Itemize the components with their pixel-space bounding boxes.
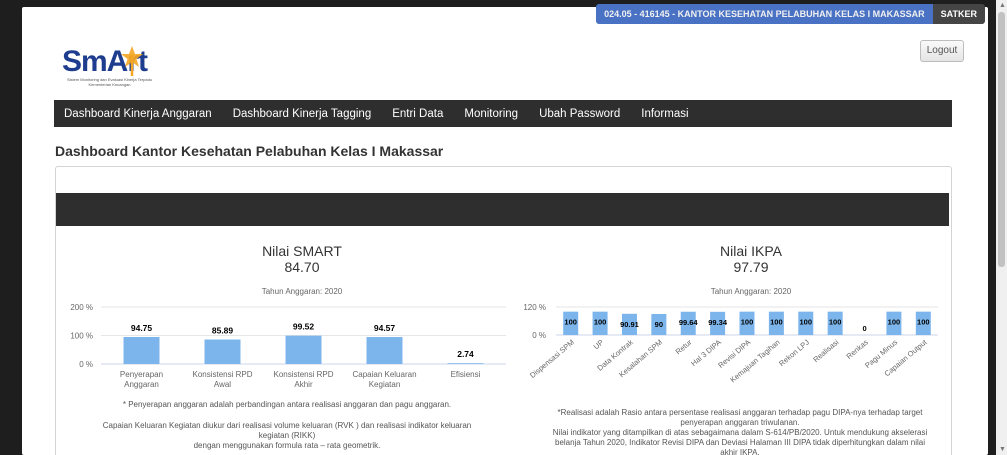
y-tick-label: 120 % bbox=[523, 303, 546, 312]
satker-label[interactable]: SATKER bbox=[932, 4, 985, 24]
nav-informasi[interactable]: Informasi bbox=[641, 108, 688, 120]
x-tick-label: Awal bbox=[214, 380, 231, 389]
x-tick-label: Konsistensi RPD bbox=[192, 370, 252, 379]
smart-note-2: Capaian Keluaran Kegiatan diukur dari re… bbox=[102, 421, 472, 440]
x-tick-label: Realisasi bbox=[811, 337, 840, 364]
x-tick-label: UP bbox=[592, 338, 606, 352]
x-tick-label: Retur bbox=[674, 337, 694, 356]
data-label: 100 bbox=[829, 318, 842, 327]
nav-dashboard-kinerja-tagging[interactable]: Dashboard Kinerja Tagging bbox=[233, 108, 372, 120]
ikpa-bar-chart: 0 %120 %100Dispensasi SPM100UP90.91Data … bbox=[523, 303, 938, 385]
y-tick-label: 0 % bbox=[532, 331, 546, 340]
data-label: 100 bbox=[888, 318, 901, 327]
vertical-scrollbar[interactable]: ▲ ▼ bbox=[996, 0, 1007, 455]
page-title: Dashboard Kantor Kesehatan Pelabuhan Kel… bbox=[55, 143, 444, 159]
x-tick-label: Dispensasi SPM bbox=[528, 338, 576, 380]
data-label: 90 bbox=[655, 320, 663, 329]
data-label: 100 bbox=[917, 318, 930, 327]
logo-subtitle-2: Kementerian Keuangan bbox=[88, 82, 131, 87]
x-tick-label: Rekon LPJ bbox=[777, 337, 811, 368]
bar bbox=[204, 339, 241, 364]
data-label: 94.57 bbox=[374, 323, 396, 333]
satker-name[interactable]: 024.05 - 416145 - KANTOR KESEHATAN PELAB… bbox=[596, 4, 933, 24]
smart-value: 84.70 bbox=[284, 259, 320, 275]
y-tick-label: 100 % bbox=[70, 332, 93, 341]
data-label: 100 bbox=[594, 318, 607, 327]
data-label: 0 bbox=[862, 324, 866, 333]
scroll-down-icon[interactable]: ▼ bbox=[999, 446, 1006, 453]
nav-entri-data[interactable]: Entri Data bbox=[392, 108, 443, 120]
logout-button[interactable]: Logout bbox=[920, 40, 964, 62]
scroll-up-icon[interactable]: ▲ bbox=[999, 2, 1006, 9]
page-container: SmArt Sistem Monitoring dan Evaluasi Kin… bbox=[22, 7, 988, 455]
smart-title: Nilai SMART bbox=[262, 243, 342, 259]
ikpa-chart-title: Nilai IKPA 97.79 bbox=[651, 243, 851, 275]
nav-ubah-password[interactable]: Ubah Password bbox=[539, 108, 620, 120]
scrollbar-thumb[interactable] bbox=[998, 12, 1005, 267]
x-tick-label: Penyerapan bbox=[120, 370, 163, 379]
bar bbox=[123, 336, 160, 364]
x-tick-label: Capaian Keluaran bbox=[352, 370, 416, 379]
nav-monitoring[interactable]: Monitoring bbox=[464, 108, 518, 120]
ikpa-value: 97.79 bbox=[733, 259, 769, 275]
x-tick-label: Akhir bbox=[294, 380, 313, 389]
ikpa-note-1: *Realisasi adalah Rasio antara persentas… bbox=[557, 408, 923, 427]
data-label: 94.75 bbox=[131, 323, 153, 333]
satker-info: 024.05 - 416145 - KANTOR KESEHATAN PELAB… bbox=[596, 4, 985, 24]
ikpa-title: Nilai IKPA bbox=[720, 243, 782, 259]
smart-note-3: dengan menggunakan formula rata – rata g… bbox=[193, 441, 381, 450]
nav-dashboard-kinerja-anggaran[interactable]: Dashboard Kinerja Anggaran bbox=[64, 108, 212, 120]
data-label: 85.89 bbox=[212, 326, 234, 336]
data-label: 99.64 bbox=[679, 318, 699, 327]
smart-year-label: Tahun Anggaran: 2020 bbox=[261, 287, 343, 296]
y-tick-label: 200 % bbox=[70, 303, 93, 312]
x-tick-label: Efisiensi bbox=[451, 370, 481, 379]
panel-header-band bbox=[56, 193, 949, 226]
y-tick-label: 0 % bbox=[79, 360, 93, 369]
data-label: 99.52 bbox=[293, 322, 315, 332]
data-label: 100 bbox=[564, 318, 577, 327]
bar bbox=[285, 335, 322, 364]
ikpa-note-2: Nilai indikator yang ditampilkan di atas… bbox=[552, 428, 928, 455]
smart-bar-chart: 0 % 100 % 200 % 94.75 PenyerapanAnggaran 85.8… bbox=[70, 303, 506, 389]
x-tick-label: Renkas bbox=[845, 337, 870, 360]
ikpa-year-label: Tahun Anggaran: 2020 bbox=[710, 287, 792, 296]
smart-chart-title: Nilai SMART 84.70 bbox=[202, 243, 402, 275]
x-tick-label: Kemajuan Tagihan bbox=[728, 338, 781, 385]
data-label: 2.74 bbox=[457, 349, 474, 359]
x-tick-label: Kegiatan bbox=[369, 380, 401, 389]
smart-logo[interactable]: SmArt Sistem Monitoring dan Evaluasi Kin… bbox=[62, 46, 182, 99]
data-label: 100 bbox=[800, 318, 813, 327]
x-tick-label: Konsistensi RPD bbox=[273, 370, 333, 379]
bar bbox=[447, 363, 484, 364]
main-navbar: Dashboard Kinerja Anggaran Dashboard Kin… bbox=[54, 100, 952, 127]
data-label: 90.91 bbox=[620, 320, 639, 329]
logo-star-icon bbox=[121, 46, 143, 76]
x-tick-label: Anggaran bbox=[124, 380, 159, 389]
smart-note-1: * Penyerapan anggaran adalah perbandinga… bbox=[122, 400, 452, 409]
data-label: 100 bbox=[770, 318, 783, 327]
data-label: 100 bbox=[741, 318, 754, 327]
bar bbox=[366, 337, 403, 364]
data-label: 99.34 bbox=[708, 318, 728, 327]
